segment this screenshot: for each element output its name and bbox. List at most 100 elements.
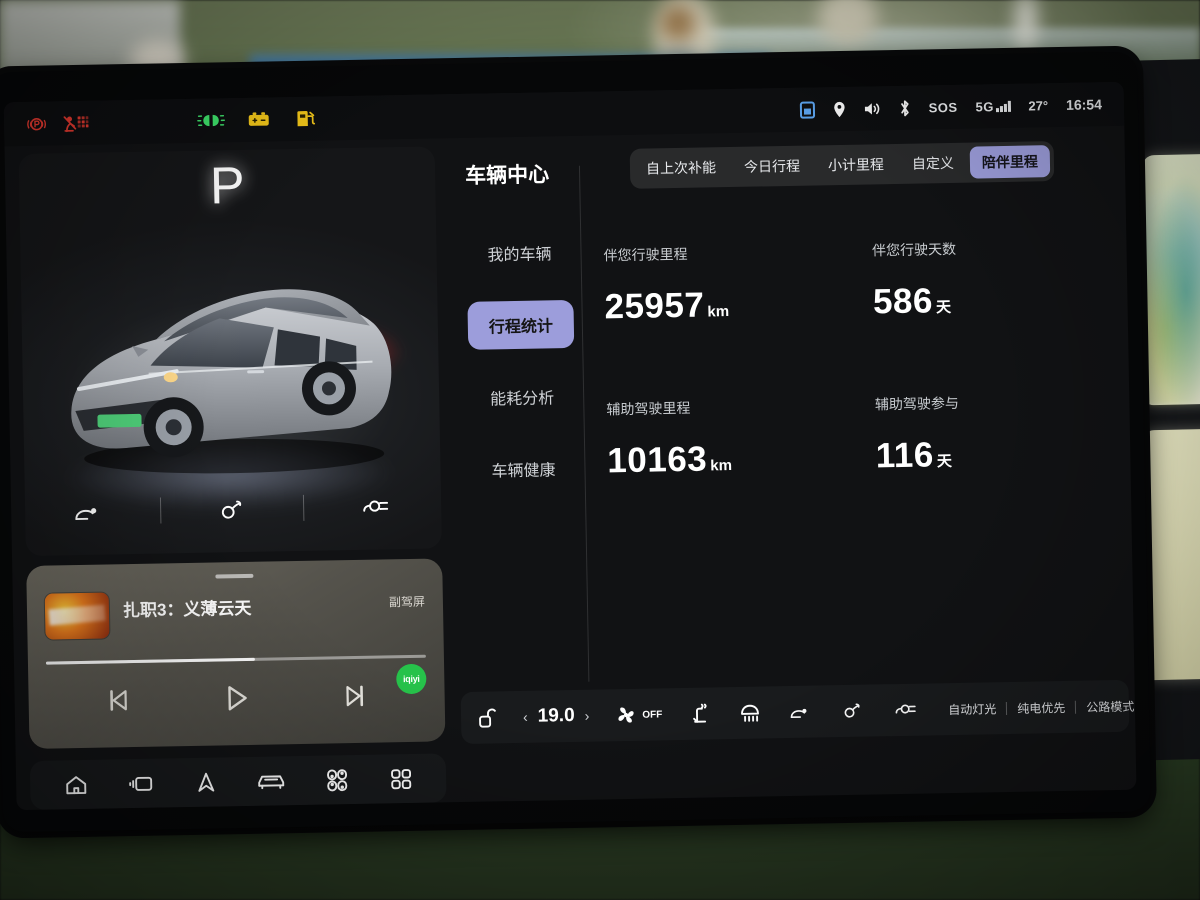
- vehicle-center-sidebar: 车辆中心 我的车辆 行程统计 能耗分析 车辆健康: [451, 144, 582, 724]
- stat-label: 伴您行驶天数: [871, 240, 957, 259]
- temperature-value: 19.0: [537, 704, 575, 727]
- home-icon[interactable]: [63, 773, 89, 797]
- stat-label: 辅助驾驶里程: [606, 399, 691, 418]
- clock: 16:54: [1065, 96, 1103, 113]
- page-title: 车辆中心: [464, 163, 550, 188]
- next-track-button[interactable]: [341, 683, 367, 709]
- tab-since-last-charge[interactable]: 自上次补能: [634, 151, 729, 185]
- climate-bar: ‹ 19.0 › OFF 自动灯光 纯电优先 公路模式: [460, 679, 1134, 745]
- controls-icon[interactable]: [324, 768, 350, 792]
- stat-value: 10163 km: [607, 437, 830, 481]
- tab-companion-mileage[interactable]: 陪伴里程: [969, 145, 1051, 179]
- sos-label[interactable]: SOS: [928, 99, 957, 115]
- status-telltales-left: [26, 112, 89, 134]
- sidebar-item-energy-analysis[interactable]: 能耗分析: [469, 372, 576, 422]
- album-art[interactable]: [44, 592, 110, 640]
- sidebar-divider: [578, 165, 590, 682]
- temperature-stepper[interactable]: ‹ 19.0 ›: [523, 705, 590, 728]
- stat-row-1: 伴您行驶里程 25957 km 伴您行驶天数 586 天: [603, 236, 1095, 327]
- passenger-card-1[interactable]: [1142, 153, 1200, 406]
- vehicle-card[interactable]: P: [18, 146, 442, 557]
- previous-track-button[interactable]: [105, 687, 131, 713]
- stat-adas-days: 辅助驾驶参与 116 天: [829, 390, 1099, 477]
- fuel-cap-icon[interactable]: [840, 700, 866, 722]
- bluetooth-icon[interactable]: [898, 99, 910, 116]
- sidebar-item-my-vehicle[interactable]: 我的车辆: [466, 228, 573, 278]
- tab-custom[interactable]: 自定义: [900, 147, 967, 180]
- stat-number: 586: [872, 281, 934, 322]
- media-controls: [46, 680, 426, 717]
- temp-increase-button[interactable]: ›: [585, 708, 590, 724]
- media-source-label[interactable]: 副驾屏: [389, 587, 425, 611]
- fuel-cap-icon[interactable]: [215, 496, 249, 523]
- fuel-low-icon: [295, 109, 317, 129]
- unlock-icon[interactable]: [477, 706, 497, 728]
- status-icons-right: SOS 5G 27° 16:54: [799, 96, 1102, 119]
- stat-value: 25957 km: [604, 283, 827, 327]
- tailgate-icon[interactable]: [72, 499, 106, 526]
- background-figure-3: [660, 5, 696, 41]
- outside-temperature: 27°: [1028, 97, 1049, 114]
- mode-highway[interactable]: 公路模式: [1086, 697, 1134, 715]
- stat-label: 伴您行驶里程: [603, 245, 688, 264]
- apps-grid-icon[interactable]: [389, 767, 413, 791]
- media-icon[interactable]: [127, 772, 155, 795]
- access-divider-2: [302, 495, 305, 522]
- fan-control[interactable]: OFF: [615, 703, 662, 726]
- defrost-icon[interactable]: [738, 701, 762, 725]
- signal-bars-icon: [995, 100, 1011, 112]
- stat-unit: km: [707, 303, 730, 321]
- media-progress-bar[interactable]: [45, 654, 426, 665]
- navigation-icon[interactable]: [194, 770, 218, 794]
- stat-number: 25957: [604, 285, 705, 327]
- stat-unit: 天: [936, 453, 953, 471]
- passenger-card-2[interactable]: [1142, 428, 1200, 681]
- gear-indicator: P: [209, 156, 246, 216]
- tab-today-trip[interactable]: 今日行程: [732, 150, 813, 183]
- center-display-screen: SOS 5G 27° 16:54 P 扎职3：义薄云天 副驾屏 iqiyi 车辆…: [3, 81, 1137, 811]
- stat-number: 10163: [606, 439, 708, 481]
- stat-number: 116: [875, 435, 935, 476]
- mode-divider-2: [1075, 700, 1077, 714]
- fan-icon: [618, 707, 634, 723]
- stat-row-2: 辅助驾驶里程 10163 km 辅助驾驶参与 116 天: [606, 390, 1098, 481]
- airbag-warning-icon: [63, 113, 89, 133]
- stat-adas-mileage: 辅助驾驶里程 10163 km: [606, 395, 830, 481]
- sidebar-item-trip-stats[interactable]: 行程统计: [467, 299, 575, 350]
- sim-card-icon[interactable]: [799, 100, 815, 119]
- screen-content: P 扎职3：义薄云天 副驾屏 iqiyi 车辆中心 我的车辆 行程统计 能耗分析…: [4, 126, 1136, 810]
- car-icon[interactable]: [256, 770, 286, 793]
- vehicle-center-main: 自上次补能 今日行程 小计里程 自定义 陪伴里程 伴您行驶里程 25957km: [594, 134, 1130, 722]
- network-indicator[interactable]: 5G: [975, 98, 1011, 115]
- location-icon[interactable]: [832, 100, 845, 117]
- media-player-card[interactable]: 扎职3：义薄云天 副驾屏 iqiyi: [26, 558, 446, 750]
- left-column: P 扎职3：义薄云天 副驾屏 iqiyi: [4, 138, 456, 810]
- access-divider-1: [159, 497, 162, 524]
- mode-auto-lights[interactable]: 自动灯光: [948, 700, 996, 718]
- media-drag-handle[interactable]: [215, 574, 254, 579]
- volume-icon[interactable]: [864, 101, 881, 116]
- vehicle-mode-shortcuts: 自动灯光 纯电优先 公路模式: [948, 697, 1134, 717]
- charge-port-icon[interactable]: [358, 494, 394, 521]
- tab-subtotal-mileage[interactable]: 小计里程: [816, 148, 897, 181]
- temp-decrease-button[interactable]: ‹: [523, 709, 528, 725]
- stat-unit: km: [710, 457, 733, 475]
- seat-heat-icon[interactable]: [688, 701, 712, 725]
- battery-warning-icon: [247, 110, 273, 128]
- stat-total-mileage: 伴您行驶里程 25957 km: [603, 241, 827, 327]
- play-button[interactable]: [221, 683, 252, 714]
- media-header: 扎职3：义薄云天 副驾屏: [44, 587, 426, 640]
- network-label: 5G: [975, 98, 995, 115]
- stat-value: 586 天: [873, 278, 1096, 322]
- mode-ev-priority[interactable]: 纯电优先: [1017, 698, 1065, 716]
- center-display-bezel: SOS 5G 27° 16:54 P 扎职3：义薄云天 副驾屏 iqiyi 车辆…: [0, 51, 1151, 833]
- stat-label: 辅助驾驶参与: [874, 394, 959, 413]
- status-telltales-center: [197, 109, 317, 131]
- stat-unit: 天: [935, 298, 952, 317]
- stat-value: 116 天: [875, 432, 1098, 476]
- media-progress-fill: [45, 658, 255, 665]
- charge-port-icon[interactable]: [892, 699, 922, 722]
- parking-brake-icon: [26, 113, 47, 134]
- tailgate-icon[interactable]: [788, 701, 814, 723]
- sidebar-item-vehicle-health[interactable]: 车辆健康: [470, 444, 577, 494]
